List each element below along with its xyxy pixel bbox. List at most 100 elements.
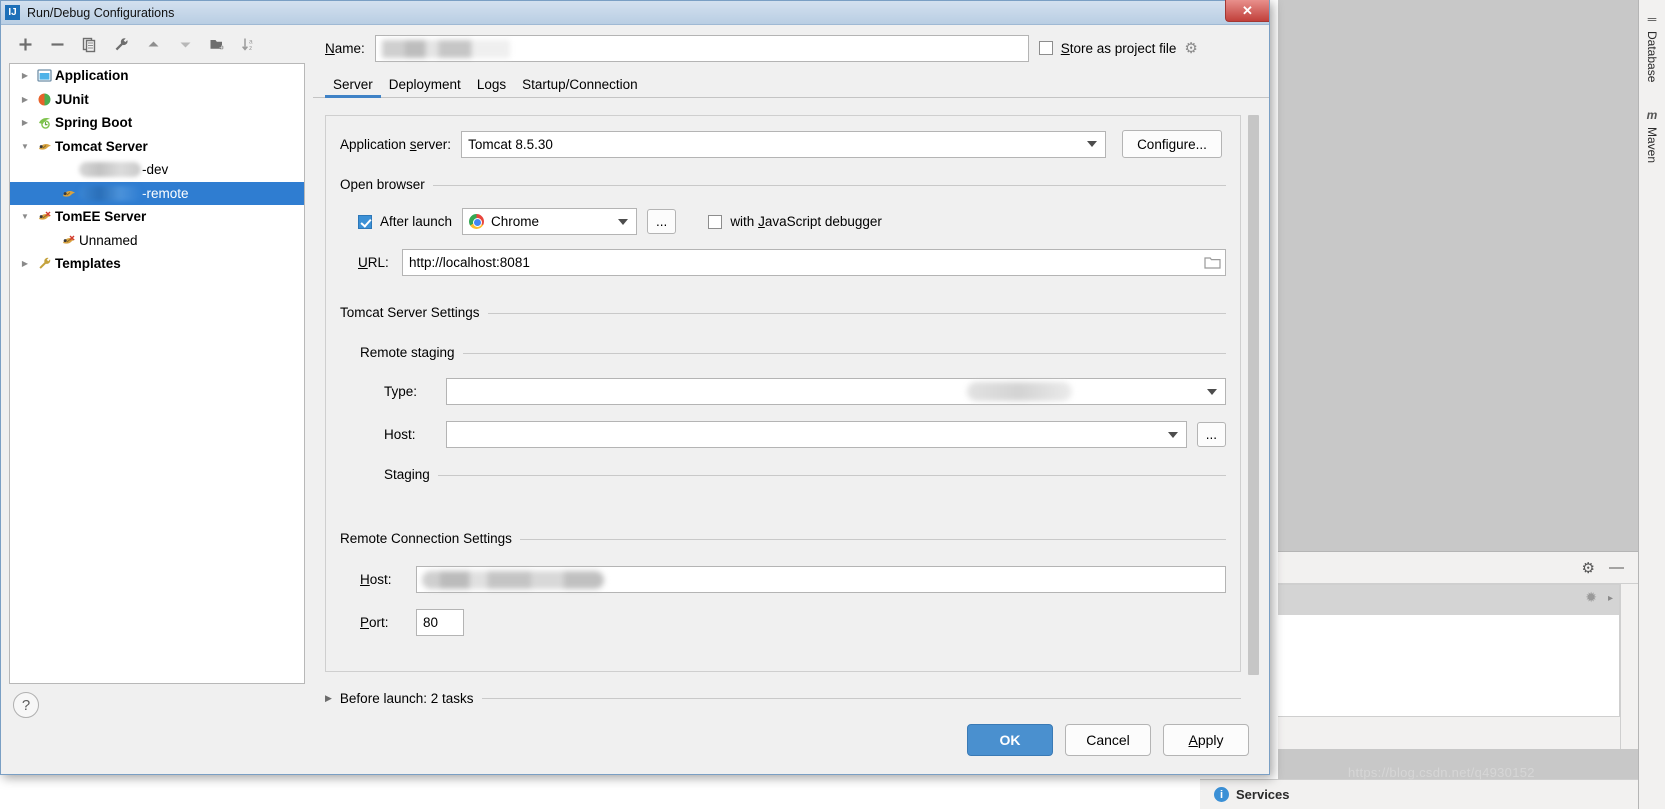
add-configuration-button[interactable] — [11, 32, 39, 56]
chevron-right-icon[interactable]: ▶ — [16, 259, 34, 268]
tree-item-tomee-server[interactable]: ▼ TomEE Server — [10, 205, 304, 229]
ide-bottom-subbar: ✹ ▸ — [1278, 585, 1619, 615]
tree-item-spring-boot[interactable]: ▶ Spring Boot — [10, 111, 304, 135]
tree-item-remote[interactable]: -remote — [10, 181, 304, 205]
configure-button-label: Configure... — [1137, 136, 1207, 152]
spinner-icon: ✹ — [1585, 589, 1597, 605]
tree-item-application[interactable]: ▶ Application — [10, 64, 304, 88]
chevron-right-icon[interactable]: ▶ — [16, 118, 34, 127]
tree-item-label: Templates — [55, 256, 121, 272]
minimize-icon[interactable]: — — [1609, 559, 1624, 576]
staging-type-label: Type: — [384, 384, 418, 399]
url-value: http://localhost:8081 — [409, 255, 530, 270]
staging-host-combo[interactable] — [446, 421, 1187, 448]
remote-port-label: Port: — [360, 615, 389, 630]
tool-window-maven-label: Maven — [1645, 127, 1659, 164]
url-label: URL: — [358, 255, 389, 270]
copy-configuration-button[interactable] — [75, 32, 103, 56]
dialog-title-bar: IJ Run/Debug Configurations ✕ — [1, 0, 1269, 25]
chevron-down-icon[interactable]: ▼ — [16, 212, 34, 221]
tree-item-tomcat-server[interactable]: ▼ Tomcat Server — [10, 135, 304, 159]
tree-item-label: JUnit — [55, 91, 89, 107]
js-debugger-checkbox[interactable] — [708, 214, 723, 229]
cancel-button-label: Cancel — [1086, 732, 1130, 748]
expand-chevron-icon[interactable]: ▸ — [1608, 593, 1613, 604]
staging-type-combo[interactable] — [446, 378, 1226, 405]
tab-logs[interactable]: Logs — [469, 75, 514, 97]
remote-host-value-redacted — [422, 571, 604, 589]
chevron-down-icon — [618, 218, 629, 225]
tree-item-label: -remote — [142, 185, 189, 201]
tab-server[interactable]: Server — [325, 75, 381, 98]
tomee-icon — [34, 209, 55, 224]
close-icon[interactable]: ✕ — [1225, 0, 1269, 22]
apply-button[interactable]: Apply — [1163, 724, 1249, 756]
wrench-icon[interactable] — [107, 32, 135, 56]
tool-window-maven[interactable]: m Maven — [1645, 104, 1659, 167]
ide-bottom-tool-window: ⚙ — ✹ ▸ — [1278, 551, 1638, 749]
after-launch-checkbox[interactable] — [358, 214, 372, 229]
tree-item-junit[interactable]: ▶ JUnit — [10, 88, 304, 112]
arrow-down-icon[interactable] — [171, 32, 199, 56]
cancel-button[interactable]: Cancel — [1065, 724, 1151, 756]
configuration-editor-pane: Name: Store as project file ⚙ Server Dep… — [313, 25, 1269, 774]
url-input[interactable]: http://localhost:8081 — [402, 249, 1226, 276]
dialog-footer: OK Cancel Apply — [967, 724, 1249, 756]
folder-browse-icon[interactable] — [1204, 256, 1221, 270]
services-label[interactable]: Services — [1236, 787, 1290, 802]
tomee-icon — [58, 233, 79, 248]
arrow-up-icon[interactable] — [139, 32, 167, 56]
info-icon: i — [1214, 787, 1229, 802]
remote-port-input[interactable]: 80 — [416, 609, 464, 636]
ok-button[interactable]: OK — [967, 724, 1053, 756]
tree-item-dev[interactable]: -dev — [10, 158, 304, 182]
chevron-down-icon — [1167, 431, 1178, 438]
chevron-right-icon[interactable]: ▶ — [325, 693, 332, 704]
ide-bottom-right-strip — [1620, 584, 1638, 749]
application-server-value: Tomcat 8.5.30 — [468, 136, 553, 152]
application-server-combo[interactable]: Tomcat 8.5.30 — [461, 130, 1107, 158]
staging-host-ellipsis-button[interactable]: ... — [1196, 422, 1226, 447]
chevron-right-icon[interactable]: ▶ — [16, 71, 34, 80]
content-scrollbar[interactable] — [1248, 115, 1259, 675]
chevron-right-icon[interactable]: ▶ — [16, 95, 34, 104]
remove-configuration-button[interactable] — [43, 32, 71, 56]
tree-item-label: Unnamed — [79, 232, 138, 248]
staging-host-row: Host: ... — [326, 405, 1240, 448]
tab-deployment[interactable]: Deployment — [381, 75, 469, 97]
browser-ellipsis-button[interactable]: ... — [647, 209, 677, 234]
name-row: Name: Store as project file ⚙ — [313, 25, 1269, 71]
configurations-tree[interactable]: ▶ Application ▶ JUnit ▶ Spring Boot ▼ Tomcat Se… — [9, 63, 305, 684]
tree-item-unnamed[interactable]: Unnamed — [10, 229, 304, 253]
name-input[interactable] — [374, 34, 1029, 62]
ide-bottom-content — [1278, 615, 1619, 716]
gear-icon[interactable]: ⚙ — [1582, 559, 1595, 577]
gear-dropdown-icon[interactable]: ⚙ — [1184, 39, 1197, 57]
before-launch-section[interactable]: ▶ Before launch: 2 tasks — [325, 691, 1241, 706]
folder-add-icon[interactable] — [203, 32, 231, 56]
sort-az-icon[interactable]: a z — [235, 32, 263, 56]
tomcat-server-settings-section: Tomcat Server Settings — [340, 304, 1226, 322]
tool-window-database[interactable]: ═ Database — [1645, 8, 1659, 86]
tree-item-label-redacted — [79, 162, 141, 178]
browser-combo[interactable]: Chrome — [462, 208, 638, 235]
chrome-icon — [469, 214, 485, 229]
chevron-down-icon[interactable]: ▼ — [16, 142, 34, 151]
url-row: URL: http://localhost:8081 — [326, 235, 1240, 276]
open-browser-title: Open browser — [340, 177, 433, 192]
remote-host-row: Host: — [326, 548, 1240, 593]
after-launch-label: After launch — [380, 214, 453, 229]
spring-boot-icon — [34, 115, 55, 130]
browser-value: Chrome — [491, 214, 540, 229]
tree-item-templates[interactable]: ▶ Templates — [10, 252, 304, 276]
ide-status-bar: i Services — [1200, 779, 1638, 809]
configure-button[interactable]: Configure... — [1122, 130, 1222, 158]
remote-host-input[interactable] — [416, 566, 1226, 593]
help-button[interactable]: ? — [13, 692, 39, 718]
store-as-project-file-checkbox[interactable] — [1038, 41, 1053, 55]
tab-startup-connection[interactable]: Startup/Connection — [514, 75, 646, 97]
store-as-project-file-row: Store as project file ⚙ — [1038, 39, 1198, 57]
remote-connection-settings-section: Remote Connection Settings — [340, 530, 1226, 548]
store-as-project-file-label: Store as project file — [1060, 40, 1177, 56]
content-scrollbar-thumb[interactable] — [1248, 115, 1259, 675]
